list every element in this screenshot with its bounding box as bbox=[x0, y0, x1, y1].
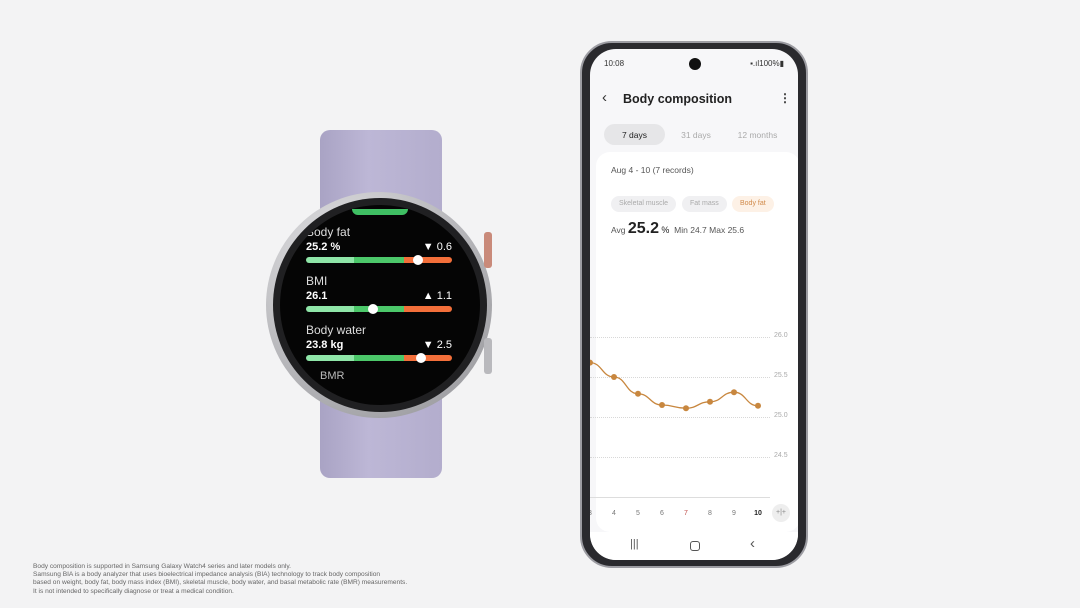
footnote-line: Body composition is supported in Samsung… bbox=[33, 563, 292, 570]
triangle-up-icon: ▲ bbox=[422, 290, 434, 302]
metric-delta: ▲ 1.1 bbox=[423, 290, 452, 302]
watch-screen: Body fat 25.2 % ▼ 0.6 BMI 26.1 ▲ 1.1 Bod… bbox=[280, 205, 480, 405]
watch-crown-bottom[interactable] bbox=[484, 338, 492, 374]
metric-range-bar bbox=[306, 257, 452, 263]
footnote: Body composition is supported in Samsung… bbox=[33, 563, 407, 596]
recents-icon[interactable]: ||| bbox=[630, 538, 639, 550]
home-icon[interactable] bbox=[690, 541, 700, 551]
delta-value: 2.5 bbox=[436, 339, 452, 351]
metric-value: 26.1 bbox=[306, 290, 328, 302]
data-point[interactable] bbox=[659, 402, 665, 408]
metric-delta: ▼ 2.5 bbox=[423, 339, 452, 351]
chart-zoom-button[interactable]: +|+ bbox=[772, 504, 790, 522]
metric-marker bbox=[368, 304, 379, 314]
metric-label: Body water bbox=[306, 323, 367, 337]
metric-marker bbox=[416, 353, 427, 363]
data-point[interactable] bbox=[683, 405, 689, 412]
footnote-line: based on weight, body fat, body mass ind… bbox=[33, 579, 408, 587]
body-fat-chart: 26.025.525.024.5345678910 bbox=[590, 49, 798, 560]
delta-value: 0.6 bbox=[436, 241, 452, 253]
metric-label: BMI bbox=[306, 274, 328, 288]
metric-range-bar bbox=[306, 355, 452, 361]
metric-value: 25.2 % bbox=[306, 241, 341, 253]
watch-crown-top[interactable] bbox=[484, 232, 492, 268]
scroll-indicator bbox=[352, 209, 408, 215]
data-point[interactable] bbox=[731, 389, 737, 396]
footnote-line: Samsung BIA is a body analyzer that uses… bbox=[33, 571, 381, 579]
data-point[interactable] bbox=[611, 374, 617, 380]
metric-delta: ▼ 0.6 bbox=[423, 241, 452, 253]
metric-value: 23.8 kg bbox=[306, 339, 344, 351]
triangle-down-icon: ▼ bbox=[422, 241, 434, 253]
body-fat-line bbox=[590, 361, 759, 409]
metric-marker bbox=[413, 255, 424, 265]
data-point[interactable] bbox=[707, 398, 713, 405]
metric-range-bar bbox=[306, 306, 452, 312]
nav-bar: ||| ‹ bbox=[590, 532, 798, 560]
nav-back-icon[interactable]: ‹ bbox=[750, 535, 755, 552]
data-point[interactable] bbox=[590, 359, 593, 366]
chart-svg bbox=[590, 359, 761, 412]
delta-value: 1.1 bbox=[436, 290, 452, 302]
next-metric-label: BMR bbox=[320, 370, 345, 382]
metric-label: Body fat bbox=[306, 225, 351, 239]
phone: 10:08 ▪.ıl100%▮ ‹ Body composition ⋮ 7 d… bbox=[580, 41, 808, 568]
data-point[interactable] bbox=[755, 402, 761, 409]
phone-screen: 10:08 ▪.ıl100%▮ ‹ Body composition ⋮ 7 d… bbox=[590, 49, 798, 560]
footnote-line: It is not intended to specifically diagn… bbox=[33, 587, 234, 595]
triangle-down-icon: ▼ bbox=[422, 339, 434, 351]
data-point[interactable] bbox=[635, 390, 641, 397]
